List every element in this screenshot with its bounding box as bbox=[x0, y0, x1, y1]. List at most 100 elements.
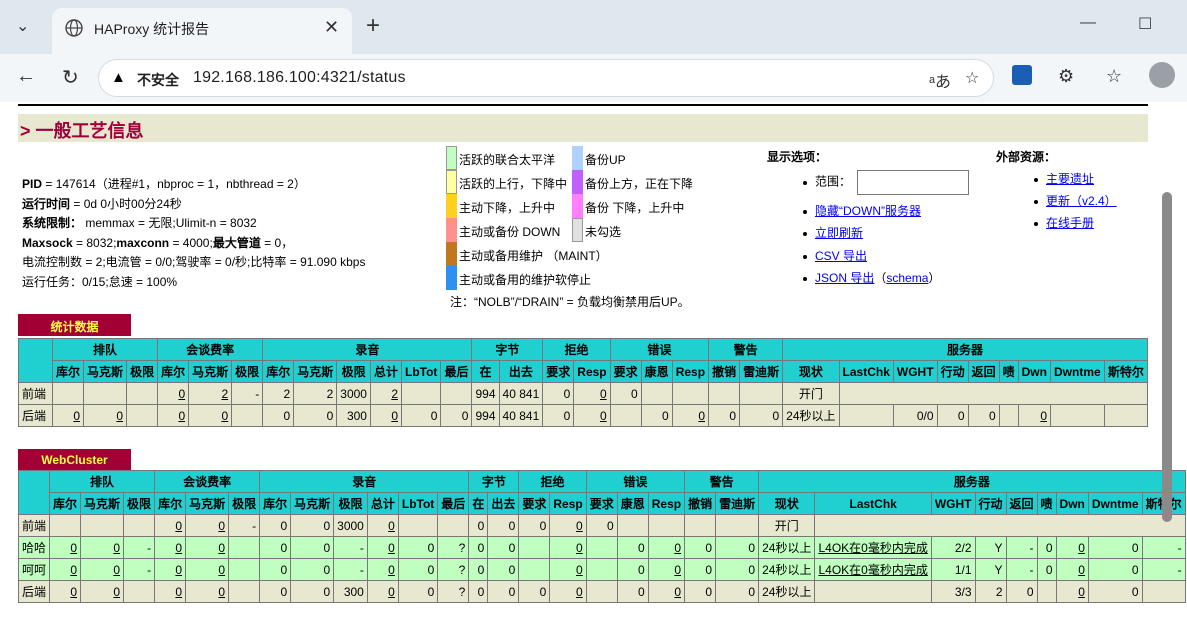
json-export-link[interactable]: JSON 导出（schema） bbox=[803, 269, 940, 286]
table-cell: 开门 bbox=[782, 382, 840, 405]
divider bbox=[18, 104, 1148, 106]
schema-link[interactable]: schema bbox=[886, 271, 928, 285]
table-cell bbox=[231, 404, 264, 427]
table-cell: 2 bbox=[262, 382, 295, 405]
tab-strip: ⌄ HAProxy 统计报告 ✕ + — ☐ bbox=[0, 0, 1187, 54]
hide-down-link[interactable]: 隐藏“DOWN”服务器 bbox=[803, 202, 921, 219]
table-cell: 马克斯 bbox=[293, 360, 338, 383]
table-cell: Resp bbox=[671, 360, 710, 383]
table-cell: 0 bbox=[154, 536, 187, 559]
table-cell: 库尔 bbox=[157, 360, 190, 383]
table-cell: 0 bbox=[80, 558, 125, 581]
table-cell bbox=[998, 404, 1019, 427]
url-text[interactable]: 192.168.186.100:4321/status bbox=[193, 69, 406, 87]
table-row: 哈哈 0 0-0 0 0 0-0 0? 0 0 0 0 0 0 0 24秒以上 L4OK在0毫秒内完成 2/2 Y… bbox=[17, 536, 1186, 559]
table-cell bbox=[609, 404, 642, 427]
proxy-name-webcluster[interactable]: WebCluster bbox=[18, 449, 131, 471]
table-cell: 0 bbox=[616, 536, 649, 559]
table-cell: 1/1 bbox=[930, 558, 976, 581]
table-cell: 极限 bbox=[333, 492, 368, 515]
translate-icon[interactable]: ᵃあ bbox=[929, 68, 951, 92]
table-cell: 0 bbox=[290, 536, 335, 559]
table-cell: Resp bbox=[549, 492, 587, 515]
table-cell: 300 bbox=[333, 580, 368, 603]
minimize-icon[interactable]: — bbox=[1080, 14, 1096, 32]
table-cell: 行动 bbox=[936, 360, 969, 383]
table-cell: 0 bbox=[400, 404, 442, 427]
info-maxsock: Maxsock = 8032;maxconn = 4000;最大管道 = 0， bbox=[22, 235, 294, 250]
table-cell: 0 bbox=[573, 382, 611, 405]
table-cell: 0 bbox=[739, 404, 784, 427]
scope-input[interactable] bbox=[857, 170, 970, 195]
table-cell: 24秒以上 bbox=[758, 558, 816, 581]
legend-note: 注：“NOLB”/“DRAIN” = 负载均衡禁用后UP。 bbox=[450, 295, 690, 309]
insecure-label[interactable]: 不安全 bbox=[137, 70, 179, 90]
tab-search-icon[interactable]: ⌄ bbox=[16, 16, 29, 36]
table-cell: 马克斯 bbox=[83, 360, 128, 383]
table-cell: 24秒以上 bbox=[782, 404, 840, 427]
table-cell bbox=[126, 404, 159, 427]
warning-icon[interactable]: ▲ bbox=[111, 69, 126, 86]
table-cell: 呵呵 bbox=[17, 558, 51, 581]
refresh-now-link[interactable]: 立即刷新 bbox=[803, 224, 863, 241]
tab-haproxy[interactable]: HAProxy 统计报告 ✕ bbox=[52, 8, 352, 54]
table-cell: 极限 bbox=[336, 360, 371, 383]
puzzle-icon[interactable]: ⚙ bbox=[1058, 66, 1074, 87]
table-cell bbox=[18, 338, 53, 383]
table-cell: 0 bbox=[1087, 536, 1143, 559]
reload-icon[interactable]: ↻ bbox=[62, 65, 79, 90]
table-cell: 2 bbox=[974, 580, 1007, 603]
csv-export-link[interactable]: CSV 导出 bbox=[803, 247, 867, 264]
table-cell bbox=[1103, 404, 1149, 427]
table-cell: 库尔 bbox=[51, 360, 85, 383]
table-cell bbox=[671, 382, 710, 405]
table-cell: 3000 bbox=[336, 382, 371, 405]
table-cell: 0 bbox=[49, 536, 82, 559]
star-icon[interactable]: ☆ bbox=[965, 68, 979, 88]
table-cell: 马克斯 bbox=[185, 492, 230, 515]
table-cell: 0 bbox=[542, 404, 575, 427]
update-link[interactable]: 更新（v2.4） bbox=[1034, 192, 1117, 209]
table-cell: 撤销 bbox=[684, 492, 717, 515]
scrollbar-thumb[interactable] bbox=[1162, 192, 1172, 522]
table-cell bbox=[684, 514, 717, 537]
close-icon[interactable]: ✕ bbox=[324, 17, 339, 38]
table-cell bbox=[585, 558, 618, 581]
tab-title: HAProxy 统计报告 bbox=[94, 21, 210, 37]
table-cell: 最后 bbox=[437, 492, 470, 515]
table-cell: 极限 bbox=[231, 360, 264, 383]
table-cell: 0 bbox=[684, 558, 717, 581]
table-cell: Y bbox=[974, 536, 1007, 559]
maximize-icon[interactable]: ☐ bbox=[1138, 14, 1152, 34]
table-cell: LastChk bbox=[838, 360, 894, 383]
table-cell: 服务器 bbox=[758, 470, 1186, 493]
table-cell: 0 bbox=[585, 514, 618, 537]
table-cell: 0 bbox=[549, 558, 587, 581]
table-cell: - bbox=[231, 382, 264, 405]
table-cell bbox=[228, 558, 261, 581]
table-cell: 在 bbox=[471, 360, 500, 383]
home-link[interactable]: 主要遗址 bbox=[1034, 170, 1094, 187]
table-cell: 0 bbox=[1055, 558, 1089, 581]
table-cell bbox=[1036, 580, 1057, 603]
extension-icon[interactable] bbox=[1012, 65, 1032, 85]
table-cell: 库尔 bbox=[259, 492, 292, 515]
table-cell: L4OK在0毫秒内完成 bbox=[814, 536, 932, 559]
table-cell: 撤销 bbox=[708, 360, 741, 383]
table-cell: - bbox=[123, 558, 156, 581]
table-cell: 0 bbox=[188, 404, 233, 427]
address-bar[interactable]: ▲ 不安全 192.168.186.100:4321/status ᵃあ ☆ bbox=[98, 59, 994, 97]
new-tab-icon[interactable]: + bbox=[366, 12, 380, 40]
table-cell: 2/2 bbox=[930, 536, 976, 559]
table-cell: 0 bbox=[609, 382, 642, 405]
manual-link[interactable]: 在线手册 bbox=[1034, 214, 1094, 231]
avatar[interactable] bbox=[1149, 62, 1175, 88]
table-cell: 994 bbox=[471, 404, 500, 427]
table-cell: 极限 bbox=[228, 492, 261, 515]
scrollbar[interactable] bbox=[1160, 102, 1174, 639]
proxy-name-stats[interactable]: 统计数据 bbox=[18, 314, 131, 336]
table-cell bbox=[518, 536, 551, 559]
back-icon[interactable]: ← bbox=[16, 65, 36, 88]
table-cell: 库尔 bbox=[262, 360, 295, 383]
favorites-icon[interactable]: ☆ bbox=[1106, 66, 1122, 87]
